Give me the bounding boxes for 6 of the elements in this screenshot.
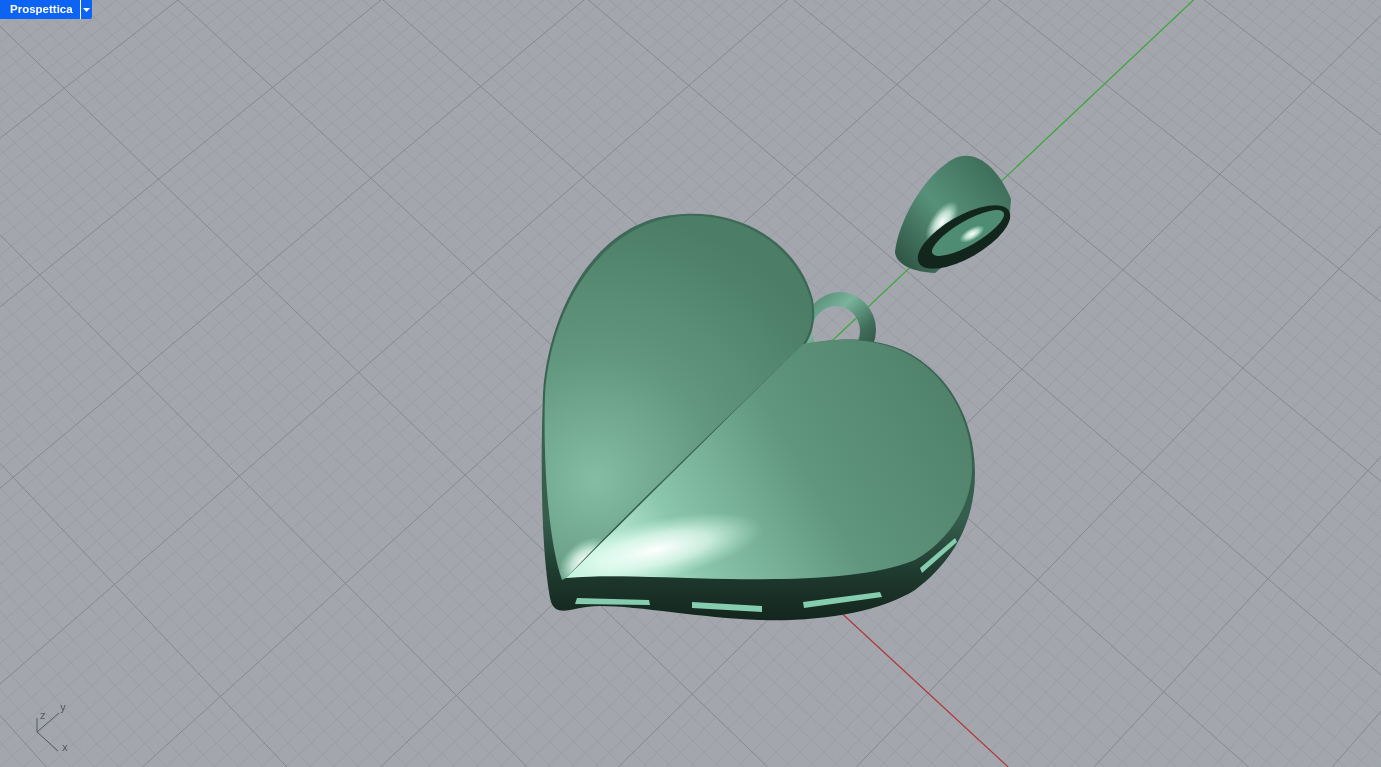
caret-icon [82, 7, 90, 12]
axis-label: x [62, 742, 68, 753]
axis-label: z [40, 710, 46, 721]
axis-label: y [60, 702, 66, 713]
viewport-tab[interactable]: Prospettica [0, 0, 80, 19]
axis-triad-icon [36, 712, 60, 752]
